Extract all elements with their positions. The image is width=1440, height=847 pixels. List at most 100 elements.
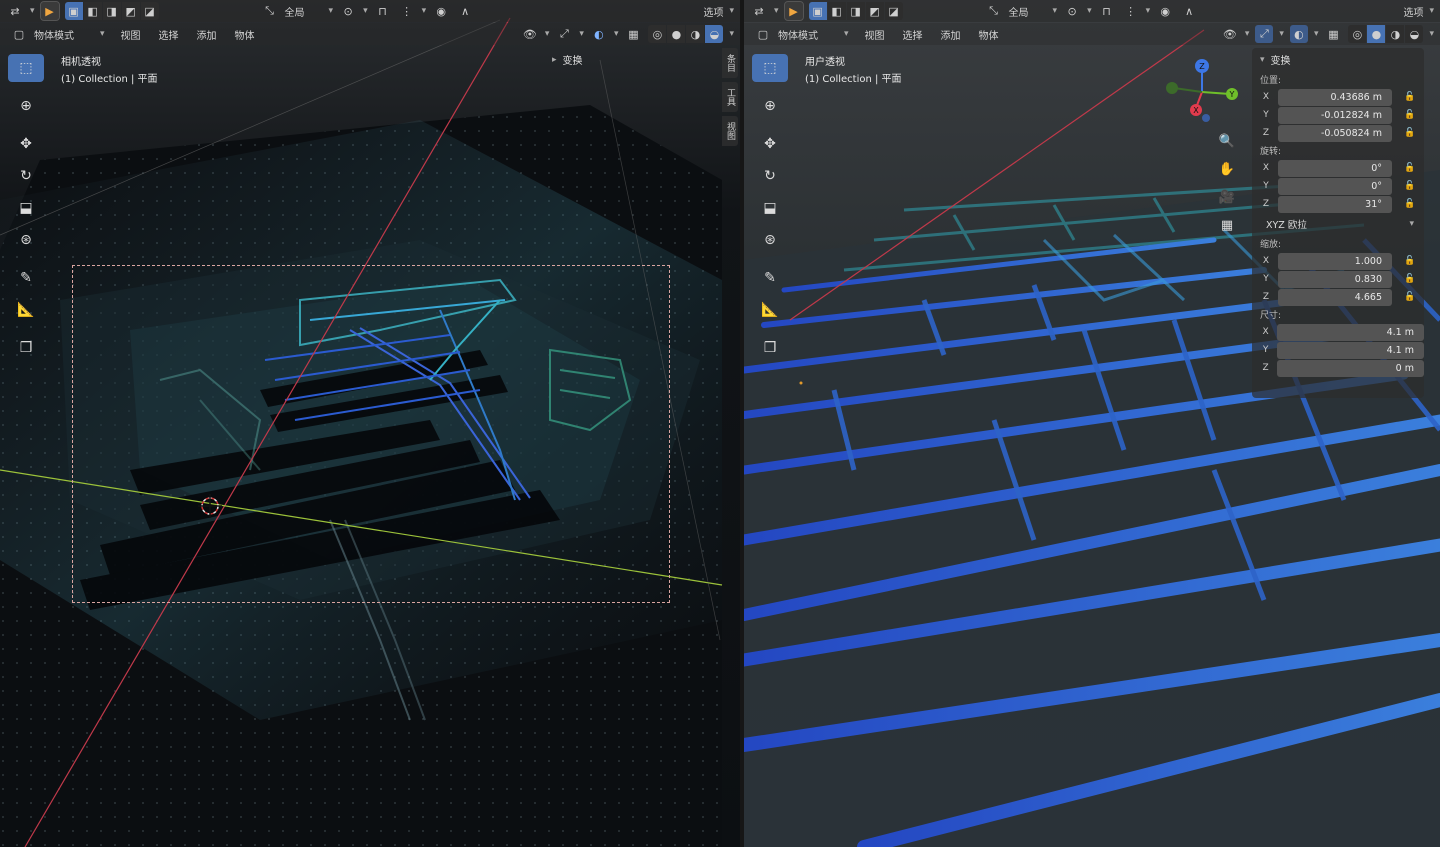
select-intersect-icon[interactable]: ◪	[140, 2, 159, 20]
snap-increment-icon[interactable]: ⋮	[398, 2, 416, 20]
scale-y-field[interactable]: 0.830	[1278, 270, 1392, 288]
dimensions-x-field[interactable]: 4.1 m	[1277, 323, 1424, 341]
options-menu[interactable]: 选项	[703, 4, 723, 19]
proportional-edit-icon[interactable]: ◉	[432, 2, 450, 20]
xray-icon[interactable]: ▦	[624, 25, 642, 43]
menu-object[interactable]: 物体	[229, 27, 261, 42]
editor-type-icon[interactable]: ⇄	[6, 2, 24, 20]
annotate-icon[interactable]: ✎	[752, 264, 788, 292]
overlay-icon[interactable]: ◐	[590, 25, 608, 43]
tab-item[interactable]: 条目	[722, 48, 738, 78]
select-extend-icon[interactable]: ◧	[827, 2, 846, 20]
lock-icon[interactable]: 🔓	[1404, 181, 1415, 191]
snap-icon[interactable]: ⊓	[1098, 2, 1116, 20]
lock-icon[interactable]: 🔓	[1404, 110, 1415, 120]
select-intersect-icon[interactable]: ◪	[884, 2, 903, 20]
cursor-icon[interactable]: ⊕	[752, 92, 788, 120]
select-invert-icon[interactable]: ◩	[121, 2, 140, 20]
select-tool-icon[interactable]: ▶	[783, 1, 804, 21]
measure-icon[interactable]: 📐	[752, 296, 788, 324]
rotation-y-field[interactable]: 0°	[1278, 177, 1392, 195]
pivot-point-icon[interactable]: ⊙	[339, 2, 357, 20]
lock-icon[interactable]: 🔓	[1404, 163, 1415, 173]
mode-select[interactable]: ▢ 物体模式 ▾	[750, 25, 853, 43]
select-box-icon[interactable]: ⬚	[752, 54, 788, 82]
transform-panel-header[interactable]: ▾ 变换	[1252, 48, 1424, 71]
rendered-shading-icon[interactable]: ◒	[705, 25, 724, 43]
select-extend-icon[interactable]: ◧	[83, 2, 102, 20]
lock-icon[interactable]: 🔓	[1404, 128, 1415, 138]
menu-view[interactable]: 视图	[859, 27, 891, 42]
lock-icon[interactable]: 🔓	[1404, 199, 1415, 209]
menu-view[interactable]: 视图	[115, 27, 147, 42]
xray-icon[interactable]: ▦	[1324, 25, 1342, 43]
lock-icon[interactable]: 🔓	[1404, 274, 1415, 284]
location-z-field[interactable]: -0.050824 m	[1278, 124, 1392, 142]
dimensions-z-field[interactable]: 0 m	[1277, 359, 1424, 377]
move-icon[interactable]: ✥	[8, 130, 44, 158]
lock-icon[interactable]: 🔓	[1404, 92, 1415, 102]
rendered-shading-icon[interactable]: ◒	[1405, 25, 1424, 43]
wireframe-shading-icon[interactable]: ◎	[1348, 25, 1367, 43]
select-new-icon[interactable]: ▣	[64, 2, 83, 20]
transform-orientation-icon[interactable]: ⤡	[261, 2, 279, 20]
scale-z-field[interactable]: 4.665	[1278, 288, 1392, 306]
rotate-icon[interactable]: ↻	[8, 162, 44, 190]
select-subtract-icon[interactable]: ◨	[102, 2, 121, 20]
navigation-gizmo[interactable]: Z Y X	[1162, 56, 1242, 126]
move-icon[interactable]: ✥	[752, 130, 788, 158]
select-invert-icon[interactable]: ◩	[865, 2, 884, 20]
select-tool-icon[interactable]: ▶	[39, 1, 60, 21]
solid-shading-icon[interactable]: ●	[1367, 25, 1386, 43]
wireframe-shading-icon[interactable]: ◎	[648, 25, 667, 43]
falloff-icon[interactable]: ∧	[456, 2, 474, 20]
grid-icon[interactable]: ▦	[1216, 214, 1238, 236]
lock-icon[interactable]: 🔓	[1404, 256, 1415, 266]
select-box-icon[interactable]: ⬚	[8, 54, 44, 82]
tab-tool[interactable]: 工具	[722, 82, 738, 112]
location-y-field[interactable]: -0.012824 m	[1278, 106, 1392, 124]
rotation-z-field[interactable]: 31°	[1278, 195, 1392, 213]
select-new-icon[interactable]: ▣	[808, 2, 827, 20]
cursor-icon[interactable]: ⊕	[8, 92, 44, 120]
annotate-icon[interactable]: ✎	[8, 264, 44, 292]
rotation-x-field[interactable]: 0°	[1278, 159, 1392, 177]
snap-increment-icon[interactable]: ⋮	[1122, 2, 1140, 20]
global-label[interactable]: 全局	[285, 4, 305, 19]
location-x-field[interactable]: 0.43686 m	[1278, 88, 1392, 106]
rotate-icon[interactable]: ↻	[752, 162, 788, 190]
mode-select[interactable]: ▢ 物体模式 ▾	[6, 25, 109, 43]
proportional-edit-icon[interactable]: ◉	[1156, 2, 1174, 20]
pan-icon[interactable]: ✋	[1216, 158, 1238, 180]
tab-view[interactable]: 视图	[722, 116, 738, 146]
rotation-mode-select[interactable]: XYZ 欧拉 ▾	[1260, 215, 1420, 233]
global-label[interactable]: 全局	[1009, 4, 1029, 19]
select-subtract-icon[interactable]: ◨	[846, 2, 865, 20]
scale-icon[interactable]: ⬓	[8, 194, 44, 222]
editor-type-icon[interactable]: ⇄	[750, 2, 768, 20]
transform-orientation-icon[interactable]: ⤡	[985, 2, 1003, 20]
left-viewport[interactable]: ⇄ ▾ ▶ ▣ ◧ ◨ ◩ ◪ ⤡ 全局 ▾ ⊙ ▾ ⊓ ⋮ ▾ ◉ ∧ 选项 ▾ ▢ …	[0, 0, 740, 847]
scale-icon[interactable]: ⬓	[752, 194, 788, 222]
gizmo-icon[interactable]: ⤢	[1255, 25, 1274, 43]
menu-add[interactable]: 添加	[935, 27, 967, 42]
right-viewport[interactable]: ⇄ ▾ ▶ ▣ ◧ ◨ ◩ ◪ ⤡ 全局 ▾ ⊙ ▾ ⊓ ⋮ ▾ ◉ ∧ 选项 ▾ ▢ …	[744, 0, 1440, 847]
visibility-icon[interactable]: 👁	[1221, 25, 1239, 43]
menu-add[interactable]: 添加	[191, 27, 223, 42]
falloff-icon[interactable]: ∧	[1180, 2, 1198, 20]
menu-object[interactable]: 物体	[973, 27, 1005, 42]
material-shading-icon[interactable]: ◑	[686, 25, 705, 43]
visibility-icon[interactable]: 👁	[521, 25, 539, 43]
options-menu[interactable]: 选项	[1403, 4, 1423, 19]
add-cube-icon[interactable]: ❒	[8, 334, 44, 362]
measure-icon[interactable]: 📐	[8, 296, 44, 324]
gizmo-icon[interactable]: ⤢	[555, 25, 573, 43]
pivot-point-icon[interactable]: ⊙	[1063, 2, 1081, 20]
menu-select[interactable]: 选择	[897, 27, 929, 42]
transform-icon[interactable]: ⊛	[752, 226, 788, 254]
transform-icon[interactable]: ⊛	[8, 226, 44, 254]
overlay-icon[interactable]: ◐	[1289, 25, 1308, 43]
material-shading-icon[interactable]: ◑	[1386, 25, 1405, 43]
snap-icon[interactable]: ⊓	[374, 2, 392, 20]
dimensions-y-field[interactable]: 4.1 m	[1277, 341, 1424, 359]
